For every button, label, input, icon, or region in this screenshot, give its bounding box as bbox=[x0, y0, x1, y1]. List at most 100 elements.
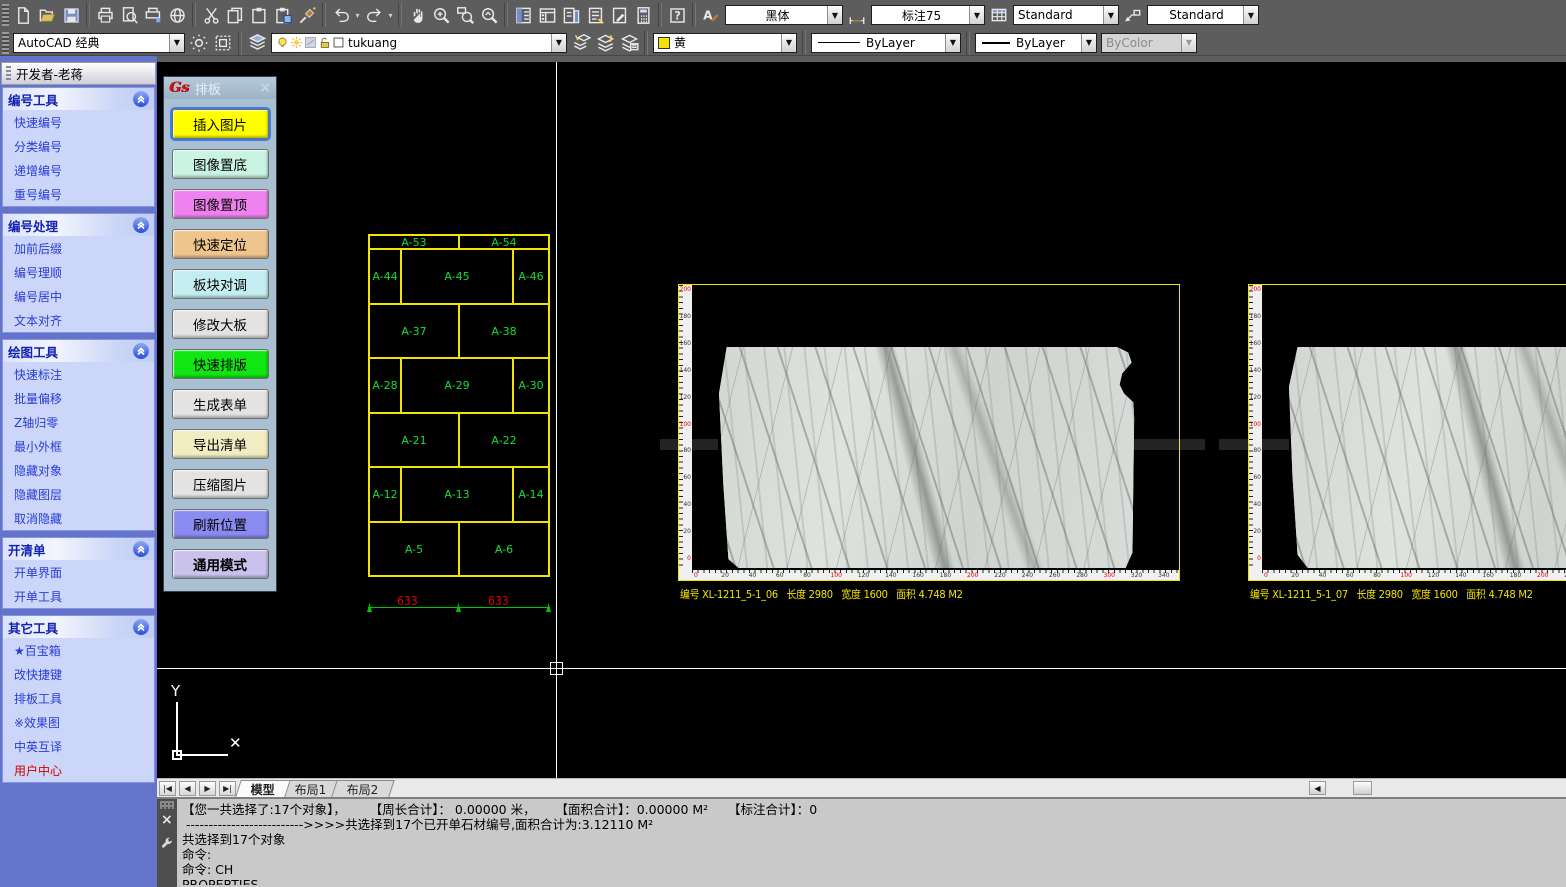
tab-布局2[interactable]: 布局2 bbox=[331, 780, 394, 797]
paiban-button-插入图片[interactable]: 插入图片 bbox=[172, 109, 269, 139]
sidebar-item-重号编号[interactable]: 重号编号 bbox=[3, 182, 154, 206]
dim-style-icon[interactable] bbox=[845, 3, 869, 27]
sheetset-manager-icon[interactable] bbox=[583, 3, 607, 27]
sidebar-item-编号理顺[interactable]: 编号理顺 bbox=[3, 260, 154, 284]
chevron-collapse-icon[interactable] bbox=[133, 343, 149, 359]
grid-cell-A-6[interactable]: A-6 bbox=[458, 521, 550, 577]
color-combobox[interactable]: 黄▼ bbox=[653, 33, 797, 53]
sidebar-item-递增编号[interactable]: 递增编号 bbox=[3, 158, 154, 182]
grid-cell-A-22[interactable]: A-22 bbox=[458, 412, 550, 468]
sidebar-group-header[interactable]: 编号处理 bbox=[3, 214, 154, 236]
grid-cell-A-38[interactable]: A-38 bbox=[458, 303, 550, 359]
grid-cell-A-13[interactable]: A-13 bbox=[400, 466, 514, 523]
tab-scroll-last-icon[interactable]: ▶| bbox=[219, 781, 236, 796]
close-icon[interactable]: × bbox=[259, 80, 271, 96]
sidebar-group-header[interactable]: 开清单 bbox=[3, 538, 154, 560]
layer-combobox[interactable]: tukuang▼ bbox=[271, 33, 567, 53]
new-file-icon[interactable] bbox=[11, 3, 35, 27]
marble-slab-image[interactable] bbox=[1289, 347, 1566, 568]
grid-cell-A-37[interactable]: A-37 bbox=[368, 303, 460, 359]
chevron-down-icon[interactable]: ▼ bbox=[551, 34, 566, 52]
plot-icon[interactable] bbox=[93, 3, 117, 27]
workspace-save-icon[interactable] bbox=[211, 31, 235, 55]
chevron-collapse-icon[interactable] bbox=[133, 91, 149, 107]
grid-cell-A-45[interactable]: A-45 bbox=[400, 248, 514, 305]
tool-palettes-icon[interactable] bbox=[559, 3, 583, 27]
grid-cell-A-30[interactable]: A-30 bbox=[512, 357, 550, 414]
plot-preview-icon[interactable] bbox=[117, 3, 141, 27]
paiban-button-修改大板[interactable]: 修改大板 bbox=[172, 309, 269, 339]
web-globe-icon[interactable] bbox=[165, 3, 189, 27]
chevron-down-icon[interactable]: ▾ bbox=[386, 11, 395, 20]
help-icon[interactable]: ? bbox=[665, 3, 689, 27]
sidebar-item-开单界面[interactable]: 开单界面 bbox=[3, 560, 154, 584]
sidebar-item-取消隐藏[interactable]: 取消隐藏 bbox=[3, 506, 154, 530]
toolbar-grip[interactable] bbox=[2, 4, 9, 26]
tab-scroll-left-icon[interactable]: ◀ bbox=[179, 781, 196, 796]
dim-style-combobox[interactable]: 标注75▼ bbox=[871, 5, 985, 25]
sidebar-group-header[interactable]: 其它工具 bbox=[3, 616, 154, 638]
sidebar-item-用户中心[interactable]: 用户中心 bbox=[3, 758, 154, 782]
sidebar-item-开单工具[interactable]: 开单工具 bbox=[3, 584, 154, 608]
workspace-settings-gear-icon[interactable] bbox=[187, 31, 211, 55]
sidebar-item-中英互译[interactable]: 中英互译 bbox=[3, 734, 154, 758]
grid-cell-A-46[interactable]: A-46 bbox=[512, 248, 550, 305]
sidebar-item-排板工具[interactable]: 排板工具 bbox=[3, 686, 154, 710]
open-file-icon[interactable] bbox=[35, 3, 59, 27]
paiban-button-图像置顶[interactable]: 图像置顶 bbox=[172, 189, 269, 219]
sidebar-item-快速编号[interactable]: 快速编号 bbox=[3, 110, 154, 134]
command-window-grip[interactable] bbox=[160, 801, 174, 809]
sidebar-item-加前后缀[interactable]: 加前后缀 bbox=[3, 236, 154, 260]
grid-cell-A-12[interactable]: A-12 bbox=[368, 466, 402, 523]
marble-slab-image[interactable] bbox=[719, 347, 1147, 568]
layer-states-manager-icon[interactable] bbox=[617, 31, 641, 55]
tab-scroll-first-icon[interactable]: |◀ bbox=[159, 781, 176, 796]
grid-cell-A-29[interactable]: A-29 bbox=[400, 357, 514, 414]
workspace-combobox[interactable]: AutoCAD 经典▼ bbox=[13, 33, 185, 53]
paiban-button-刷新位置[interactable]: 刷新位置 bbox=[172, 509, 269, 539]
markup-set-manager-icon[interactable] bbox=[607, 3, 631, 27]
paiban-button-快速定位[interactable]: 快速定位 bbox=[172, 229, 269, 259]
wrench-icon[interactable] bbox=[160, 837, 174, 851]
sidebar-item-隐藏图层[interactable]: 隐藏图层 bbox=[3, 482, 154, 506]
layer-previous-icon[interactable] bbox=[593, 31, 617, 55]
zoom-window-icon[interactable] bbox=[453, 3, 477, 27]
paiban-button-板块对调[interactable]: 板块对调 bbox=[172, 269, 269, 299]
grid-cell-A-21[interactable]: A-21 bbox=[368, 412, 460, 468]
sidebar-title[interactable]: 开发者-老蒋 bbox=[1, 62, 156, 85]
sidebar-item-★百宝箱[interactable]: ★百宝箱 bbox=[3, 638, 154, 662]
paiban-button-生成表单[interactable]: 生成表单 bbox=[172, 389, 269, 419]
tab-模型[interactable]: 模型 bbox=[235, 780, 291, 797]
paiban-button-导出清单[interactable]: 导出清单 bbox=[172, 429, 269, 459]
table-style-icon[interactable] bbox=[987, 3, 1011, 27]
cut-icon[interactable] bbox=[199, 3, 223, 27]
zoom-realtime-icon[interactable] bbox=[429, 3, 453, 27]
paiban-button-快速排版[interactable]: 快速排版 bbox=[172, 349, 269, 379]
sidebar-item-批量偏移[interactable]: 批量偏移 bbox=[3, 386, 154, 410]
redo-icon[interactable] bbox=[362, 3, 386, 27]
mleader-style-icon[interactable] bbox=[1121, 3, 1145, 27]
sidebar-item-编号居中[interactable]: 编号居中 bbox=[3, 284, 154, 308]
chevron-down-icon[interactable]: ▼ bbox=[781, 34, 796, 52]
quickcalc-icon[interactable] bbox=[631, 3, 655, 27]
grid-cell-A-14[interactable]: A-14 bbox=[512, 466, 550, 523]
copy-icon[interactable] bbox=[223, 3, 247, 27]
table-style-combobox[interactable]: Standard▼ bbox=[1013, 5, 1119, 25]
chevron-down-icon[interactable]: ▼ bbox=[827, 6, 842, 24]
save-icon[interactable] bbox=[59, 3, 83, 27]
publish-icon[interactable] bbox=[141, 3, 165, 27]
sidebar-item-※效果图[interactable]: ※效果图 bbox=[3, 710, 154, 734]
designcenter-icon[interactable] bbox=[535, 3, 559, 27]
grid-cell-A-44[interactable]: A-44 bbox=[368, 248, 402, 305]
match-properties-icon[interactable] bbox=[295, 3, 319, 27]
toolbar-grip[interactable] bbox=[2, 32, 9, 54]
sidebar-item-改快捷键[interactable]: 改快捷键 bbox=[3, 662, 154, 686]
sidebar-item-分类编号[interactable]: 分类编号 bbox=[3, 134, 154, 158]
close-icon[interactable]: × bbox=[161, 812, 173, 828]
layer-properties-icon[interactable] bbox=[245, 31, 269, 55]
text-style-combobox[interactable]: 黑体▼ bbox=[725, 5, 843, 25]
sidebar-grip[interactable] bbox=[6, 66, 11, 81]
zoom-previous-icon[interactable] bbox=[477, 3, 501, 27]
chevron-down-icon[interactable]: ▼ bbox=[1103, 6, 1118, 24]
text-style-icon[interactable]: A bbox=[699, 3, 723, 27]
